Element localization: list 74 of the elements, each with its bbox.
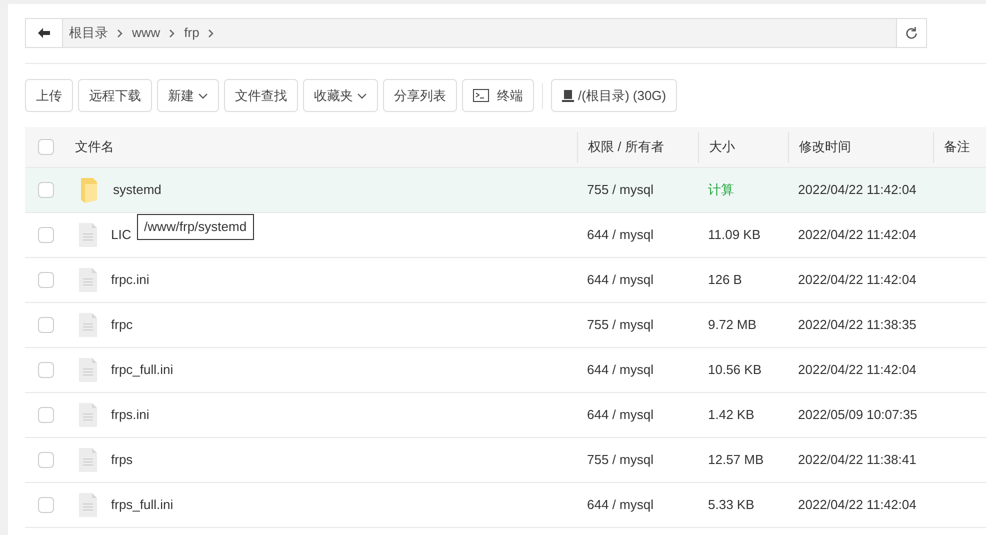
breadcrumb-link[interactable]: 根目录 [69, 23, 108, 43]
file-name[interactable]: frps [111, 450, 133, 470]
file-name[interactable]: frpc.ini [111, 270, 150, 290]
file-icon [79, 223, 97, 247]
permission-text[interactable]: 755 / mysql [587, 317, 654, 332]
file-name[interactable]: LIC [111, 225, 132, 245]
permission-text[interactable]: 755 / mysql [587, 182, 654, 198]
file-name[interactable]: frpc [111, 315, 133, 335]
toolbar-button[interactable]: 文件查找 [224, 79, 298, 112]
checkbox[interactable] [38, 227, 54, 243]
size-text: 10.56 KB [708, 362, 762, 378]
breadcrumb-link[interactable]: frp [184, 23, 200, 43]
file-icon [79, 448, 97, 472]
caret-icon [198, 92, 208, 98]
file-row[interactable]: systemd 755 / mysql 计算 2022/04/22 11:42:04 [25, 168, 986, 213]
column-header[interactable]: 大小 [709, 137, 735, 157]
modified-time: 2022/04/22 11:38:41 [798, 452, 916, 468]
checkbox[interactable] [38, 452, 54, 468]
file-name[interactable]: systemd [113, 180, 162, 200]
permission-text[interactable]: 644 / mysql [587, 227, 654, 242]
file-icon [79, 403, 97, 427]
chevron-icon [208, 28, 214, 38]
file-icon [79, 268, 97, 292]
modified-time: 2022/05/09 10:07:35 [798, 407, 918, 422]
toolbar-button[interactable]: 新建 [157, 79, 219, 112]
size-text: 11.09 KB [708, 227, 761, 242]
permission-text[interactable]: 644 / mysql [587, 497, 654, 512]
file-name[interactable]: frps.ini [111, 405, 150, 425]
permission-text[interactable]: 644 / mysql [587, 407, 654, 422]
modified-time: 2022/04/22 11:38:35 [798, 317, 916, 332]
toolbar-button[interactable]: /(根目录) (30G) [551, 79, 678, 112]
permission-text[interactable]: 644 / mysql [587, 362, 654, 378]
tooltip: /www/frp/systemd [137, 214, 254, 240]
folder-icon [79, 176, 99, 204]
file-name[interactable]: frpc_full.ini [111, 360, 174, 380]
file-icon [79, 493, 97, 517]
modified-time: 2022/04/22 11:42:04 [798, 182, 916, 198]
file-name[interactable]: frps_full.ini [111, 495, 174, 515]
permission-text[interactable]: 644 / mysql [587, 272, 654, 288]
toolbar-button[interactable]: 终端 [462, 79, 534, 112]
modified-time: 2022/04/22 11:42:04 [798, 272, 916, 288]
checkbox[interactable] [38, 182, 54, 198]
modified-time: 2022/04/22 11:42:04 [798, 362, 916, 378]
size-text: 1.42 KB [708, 407, 754, 422]
modified-time: 2022/04/22 11:42:04 [798, 497, 916, 512]
column-header[interactable]: 备注 [944, 137, 970, 157]
refresh-icon [905, 26, 918, 40]
modified-time: 2022/04/22 11:42:04 [798, 227, 916, 242]
size-text: 5.33 KB [708, 497, 754, 512]
checkbox[interactable] [38, 362, 54, 378]
column-header[interactable]: 文件名 [75, 137, 114, 157]
size-text: 9.72 MB [708, 317, 756, 332]
toolbar-button[interactable]: 分享列表 [383, 79, 457, 112]
terminal-icon [473, 89, 489, 102]
size-text: 126 B [708, 272, 742, 288]
column-header[interactable]: 权限 / 所有者 [588, 137, 664, 157]
checkbox[interactable] [38, 497, 54, 513]
caret-icon [357, 92, 367, 98]
file-icon [79, 358, 97, 382]
file-icon [79, 313, 97, 337]
chevron-icon [117, 28, 123, 38]
toolbar-button[interactable]: 收藏夹 [303, 79, 378, 112]
toolbar-button[interactable]: 上传 [25, 79, 73, 112]
checkbox[interactable] [38, 317, 54, 333]
chevron-icon [169, 28, 176, 38]
toolbar-button[interactable]: 远程下载 [78, 79, 152, 112]
column-header[interactable]: 修改时间 [799, 137, 851, 157]
back-arrow-icon [38, 28, 50, 38]
breadcrumb-link[interactable]: www [132, 23, 160, 43]
checkbox[interactable] [38, 407, 54, 423]
checkbox[interactable] [38, 139, 54, 155]
size-text: 12.57 MB [708, 452, 764, 468]
permission-text[interactable]: 755 / mysql [587, 452, 654, 468]
checkbox[interactable] [38, 272, 54, 288]
